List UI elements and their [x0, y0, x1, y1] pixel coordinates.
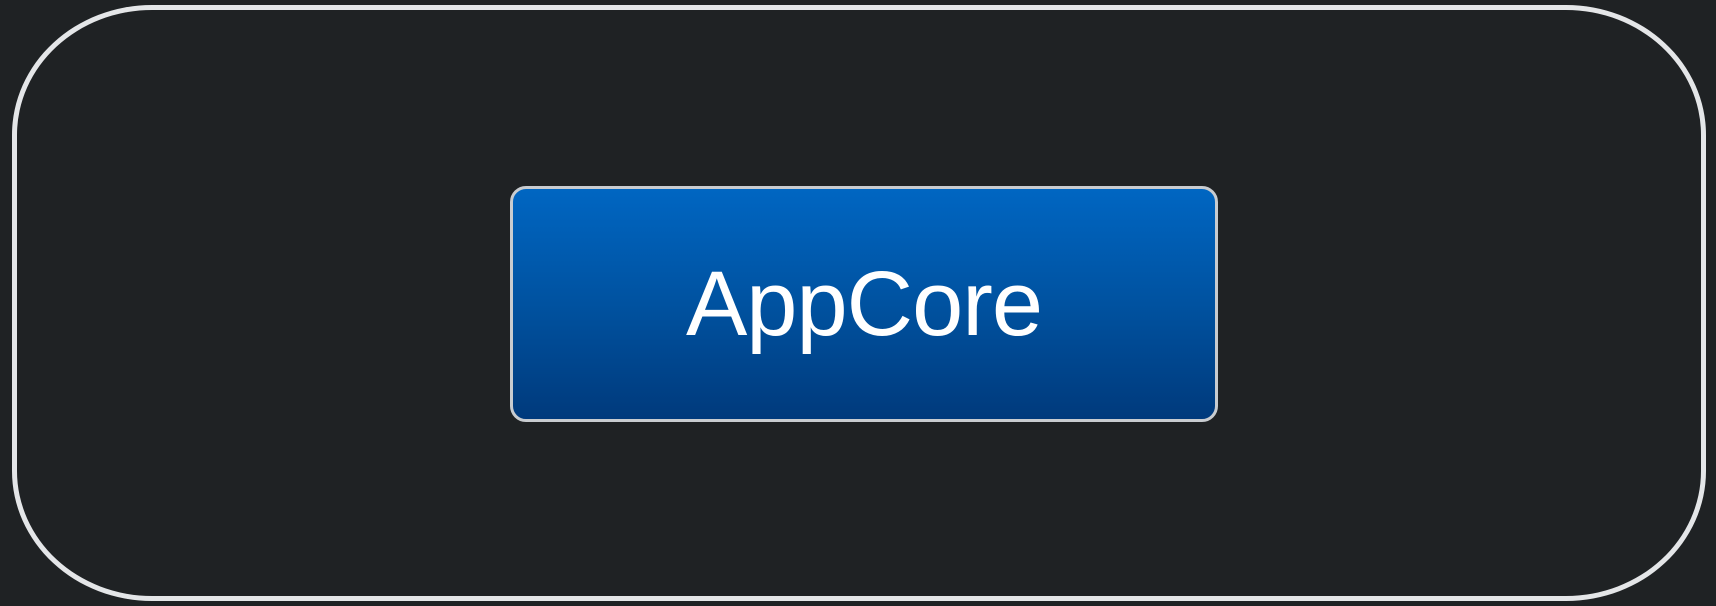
appcore-node-label: AppCore	[685, 253, 1043, 355]
appcore-node[interactable]: AppCore	[510, 186, 1218, 422]
